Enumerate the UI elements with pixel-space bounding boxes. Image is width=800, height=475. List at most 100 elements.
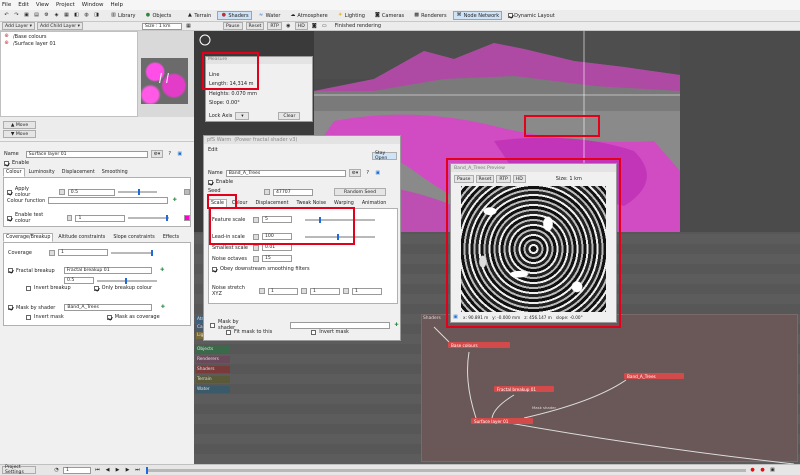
tab-animation[interactable]: Animation bbox=[359, 199, 389, 208]
redo-icon[interactable]: ↷ bbox=[13, 12, 20, 19]
viewport-hd-button[interactable]: HD bbox=[294, 22, 308, 30]
add-icon[interactable]: ✚ bbox=[393, 322, 400, 329]
render-icon[interactable]: ◈ bbox=[53, 12, 60, 19]
tab-altitude-constraints[interactable]: Altitude constraints bbox=[55, 233, 108, 242]
nav-renderers[interactable]: Renderers bbox=[196, 356, 230, 363]
gallery-icon[interactable]: ▦ bbox=[63, 12, 70, 19]
enable-checkbox[interactable] bbox=[4, 160, 9, 166]
tool-node-network[interactable]: ⌘ Node Network bbox=[452, 11, 503, 20]
stay-open-button[interactable]: Stay Open bbox=[372, 151, 397, 161]
slider-knob[interactable] bbox=[150, 249, 153, 256]
aspect-icon[interactable]: ▭ bbox=[321, 23, 328, 30]
viewport-rtp-button[interactable]: RTP bbox=[267, 22, 282, 30]
nav-water[interactable]: Water bbox=[196, 386, 230, 393]
nav-terrain[interactable]: Terrain bbox=[196, 376, 230, 383]
last-frame-icon[interactable]: ⏭ bbox=[134, 467, 141, 474]
tab-coverage-breakup[interactable]: Coverage/Breakup bbox=[3, 233, 54, 242]
node-surface-layer[interactable]: Surface layer 01 bbox=[471, 418, 533, 424]
move-down-button[interactable]: ▼ Move bbox=[3, 130, 36, 138]
world-icon[interactable]: ◍ bbox=[83, 12, 90, 19]
fractal-breakup-field[interactable]: Fractal breakup 01 bbox=[63, 267, 152, 274]
expand-icon[interactable]: ⊕ bbox=[3, 40, 10, 47]
coverage-menu-button[interactable] bbox=[48, 249, 55, 256]
slider-knob[interactable] bbox=[125, 277, 127, 284]
next-frame-icon[interactable]: ▶ bbox=[124, 467, 131, 474]
menu-window[interactable]: Window bbox=[82, 2, 104, 8]
menu-edit[interactable]: Edit bbox=[18, 2, 29, 8]
tab-displacement[interactable]: Displacement bbox=[59, 168, 98, 177]
lock-axis-button[interactable]: ▾ bbox=[235, 112, 250, 120]
pfs-edit-menu[interactable]: Edit bbox=[208, 147, 218, 153]
test-colour-swatch[interactable] bbox=[184, 215, 191, 221]
stretch-y-field[interactable]: 1 bbox=[310, 287, 340, 295]
fb-slider[interactable] bbox=[97, 277, 157, 284]
undo-icon[interactable]: ↶ bbox=[3, 12, 10, 19]
tab-smoothing[interactable]: Smoothing bbox=[99, 168, 131, 177]
tool-objects[interactable]: ● Objects bbox=[141, 11, 174, 20]
play-icon[interactable]: ▶ bbox=[114, 467, 121, 474]
obey-smoothing-checkbox[interactable] bbox=[212, 266, 217, 272]
apply-colour-slider[interactable] bbox=[117, 189, 158, 195]
save-icon[interactable]: ▣ bbox=[23, 12, 30, 19]
layer-item-base[interactable]: ⊕ /Base colours bbox=[3, 33, 46, 40]
camera-small-icon[interactable]: ◧ bbox=[73, 12, 80, 19]
menu-file[interactable]: File bbox=[2, 2, 11, 8]
size-dropdown[interactable]: Size : 1 km bbox=[142, 22, 182, 30]
tool-renderers[interactable]: ▩ Renderers bbox=[410, 11, 449, 20]
tool-shaders[interactable]: ● Shaders bbox=[217, 11, 252, 20]
dynamic-layout-checkbox[interactable] bbox=[508, 13, 514, 18]
viewport-pause-button[interactable]: Pause bbox=[223, 22, 243, 30]
seed-field[interactable]: 47707 bbox=[273, 188, 313, 196]
node-base-colours[interactable]: Base colours bbox=[448, 342, 510, 348]
frame-field[interactable]: 1 bbox=[63, 466, 91, 474]
pfs-invert-mask-checkbox[interactable] bbox=[311, 329, 317, 335]
fit-mask-checkbox[interactable] bbox=[226, 329, 231, 335]
add-icon[interactable]: ✚ bbox=[159, 304, 166, 311]
stretch-x-field[interactable]: 1 bbox=[268, 287, 298, 295]
smallest-scale-field[interactable]: 0.01 bbox=[262, 244, 292, 251]
test-colour-menu-button[interactable] bbox=[66, 215, 73, 221]
info-icon[interactable]: ▣ bbox=[374, 170, 381, 177]
tool-cameras[interactable]: ◙ Cameras bbox=[371, 11, 407, 20]
dynamic-layout-toggle[interactable]: Dynamic Layout bbox=[505, 11, 558, 20]
add-child-layer-button[interactable]: Add Child Layer ▾ bbox=[36, 22, 83, 30]
nav-shaders[interactable]: Shaders bbox=[196, 366, 230, 373]
tool-atmosphere[interactable]: ☁ Atmosphere bbox=[286, 11, 330, 20]
frame-icon[interactable]: ◔ bbox=[53, 467, 60, 474]
settings-icon[interactable]: ⚙ bbox=[43, 12, 50, 19]
node-band-a-trees[interactable]: Band_A_Trees bbox=[624, 373, 684, 379]
mask-as-coverage-checkbox[interactable] bbox=[106, 314, 112, 320]
help-icon[interactable]: ? bbox=[166, 151, 173, 158]
pfs-name-field[interactable]: Band_A_Trees bbox=[225, 169, 346, 177]
test-colour-slider[interactable] bbox=[127, 215, 170, 221]
apply-colour-value[interactable]: 0.5 bbox=[67, 188, 115, 196]
camera-view-icon[interactable]: ◙ bbox=[311, 23, 318, 30]
mask-shader-field[interactable]: Band_A_Trees bbox=[64, 304, 153, 311]
open-icon[interactable]: ▤ bbox=[33, 12, 40, 19]
menu-view[interactable]: View bbox=[36, 2, 49, 8]
measure-clear-button[interactable]: Clear bbox=[278, 112, 301, 120]
stretch-menu[interactable] bbox=[259, 288, 265, 294]
apply-colour-checkbox[interactable] bbox=[7, 189, 12, 195]
node-fractal-breakup[interactable]: Fractal breakup 01 bbox=[494, 386, 554, 392]
add-icon[interactable]: ✚ bbox=[171, 197, 178, 204]
name-menu-button[interactable]: ⚙▾ bbox=[150, 150, 164, 158]
pfs-mask-checkbox[interactable] bbox=[210, 322, 215, 328]
info-icon[interactable]: ▣ bbox=[176, 151, 183, 158]
timeline-slider[interactable] bbox=[146, 466, 746, 474]
tab-colour[interactable]: Colour bbox=[3, 168, 25, 177]
enable-toggle[interactable]: Enable bbox=[4, 160, 29, 166]
timeline-knob[interactable] bbox=[146, 466, 148, 474]
add-icon[interactable]: ✚ bbox=[159, 267, 166, 274]
enable-test-colour-checkbox[interactable] bbox=[7, 215, 12, 221]
grid-icon[interactable]: ▦ bbox=[185, 23, 192, 30]
stretch-z-field[interactable]: 1 bbox=[352, 287, 382, 295]
seed-menu-button[interactable] bbox=[264, 189, 270, 195]
invert-breakup-checkbox[interactable] bbox=[26, 285, 31, 291]
expand-icon[interactable]: ⊕ bbox=[3, 33, 10, 40]
quality-icon[interactable]: ◉ bbox=[285, 23, 292, 30]
invert-mask-checkbox[interactable] bbox=[26, 314, 31, 320]
tab-effects[interactable]: Effects bbox=[160, 233, 182, 242]
noise-octaves-field[interactable]: 15 bbox=[262, 255, 292, 262]
menu-help[interactable]: Help bbox=[110, 2, 123, 8]
